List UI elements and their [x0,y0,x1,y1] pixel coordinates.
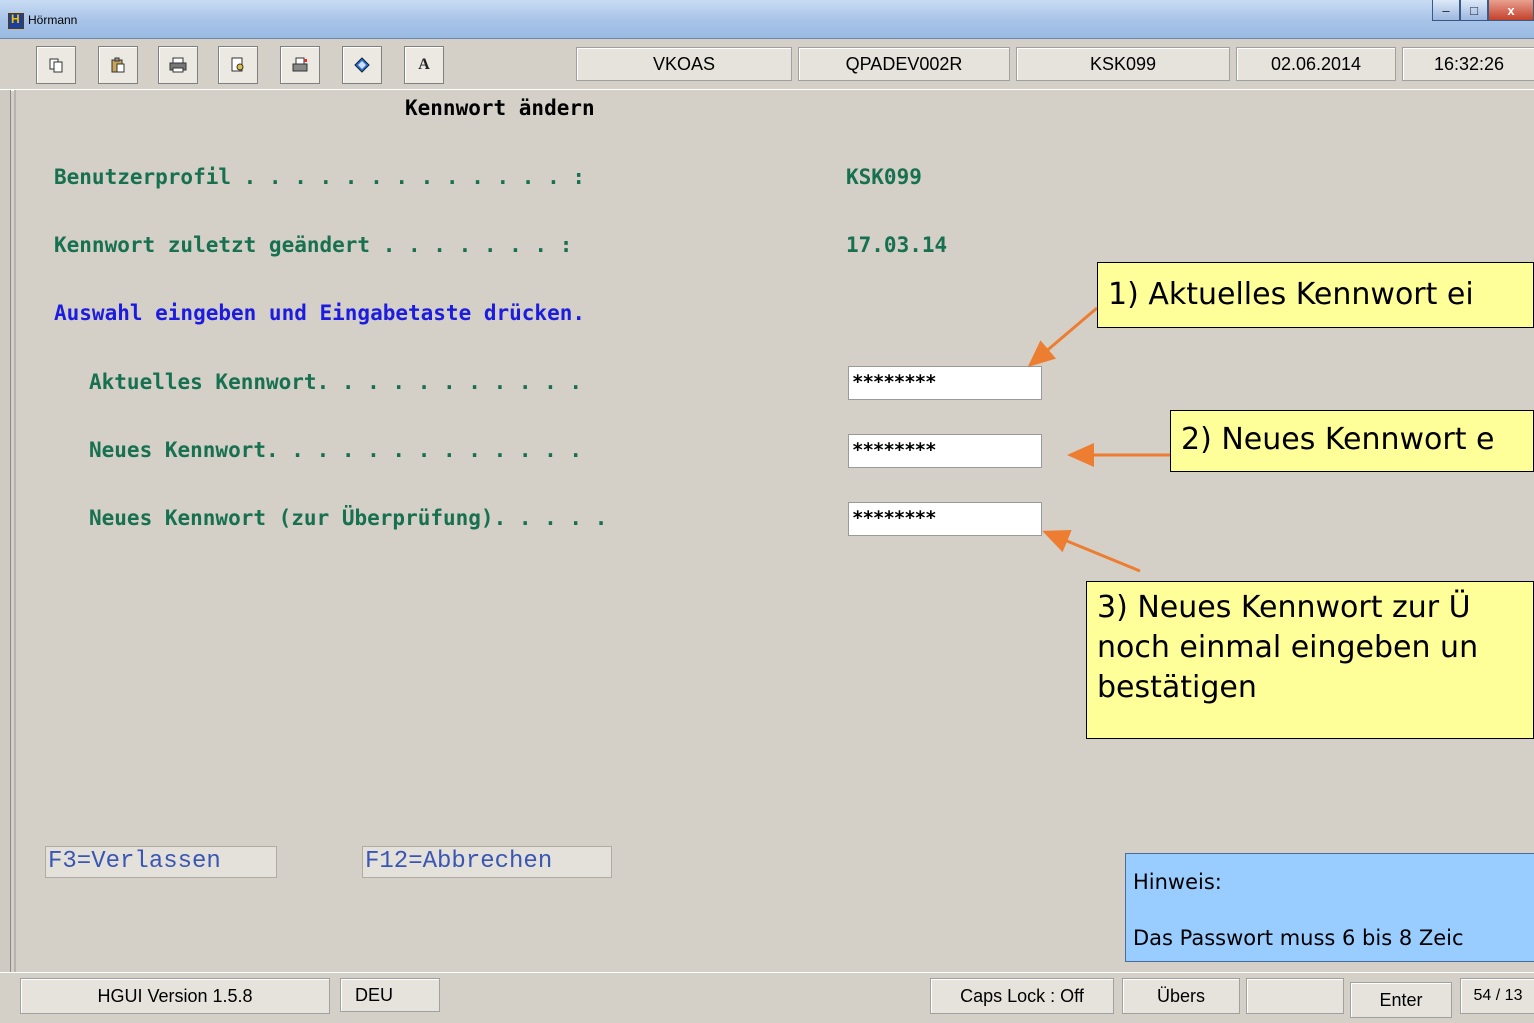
status-bar: HGUI Version 1.5.8 DEU Caps Lock : Off Ü… [0,972,1534,1023]
callout-step-3-line-2: noch einmal eingeben un [1097,630,1479,665]
arrow-3 [1042,530,1141,573]
callout-step-3: 3) Neues Kennwort zur Ü noch einmal eing… [1086,581,1534,739]
callout-step-2: 2) Neues Kennwort e [1170,410,1534,472]
cursor-position: 54 / 13 [1460,978,1534,1014]
enter-button[interactable]: Enter [1350,982,1452,1018]
overwrite-mode: Übers [1122,978,1240,1014]
caps-lock-status: Caps Lock : Off [930,978,1114,1014]
language-label: DEU [340,978,440,1012]
callout-step-1-text: 1) Aktuelles Kennwort ei [1108,277,1474,312]
callout-step-2-text: 2) Neues Kennwort e [1181,422,1495,457]
callout-step-3-line-3: bestätigen [1097,670,1257,705]
callout-step-3-line-1: 3) Neues Kennwort zur Ü [1097,590,1471,625]
hint-text: Das Passwort muss 6 bis 8 Zeic [1133,926,1464,950]
hint-box: Hinweis: Das Passwort muss 6 bis 8 Zeic [1125,853,1534,962]
callout-step-1: 1) Aktuelles Kennwort ei [1097,262,1534,328]
status-empty [1246,978,1344,1014]
hint-title: Hinweis: [1133,870,1222,894]
version-label: HGUI Version 1.5.8 [20,978,330,1014]
arrow-1 [1027,306,1098,367]
